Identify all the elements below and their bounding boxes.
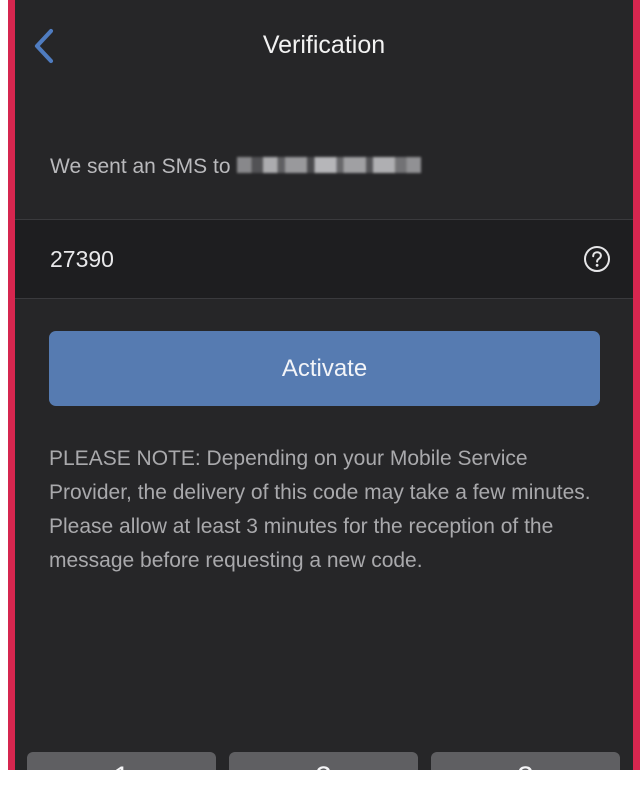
masked-phone-number xyxy=(236,157,421,174)
delivery-note: PLEASE NOTE: Depending on your Mobile Se… xyxy=(49,447,591,572)
page-title: Verification xyxy=(262,31,386,59)
bottom-crop-area xyxy=(0,770,640,791)
sms-sent-label: We sent an SMS to xyxy=(50,155,231,178)
code-field-row xyxy=(15,219,633,299)
keypad-key-2[interactable]: 2 xyxy=(229,752,418,770)
keypad-key-3[interactable]: 3 xyxy=(431,752,620,770)
device-edge-right xyxy=(633,0,640,770)
app-frame: Verification We sent an SMS to Activate … xyxy=(0,0,640,791)
sms-sent-message: We sent an SMS to xyxy=(50,152,421,182)
verification-code-input[interactable] xyxy=(50,240,550,278)
numeric-keypad: 1 2 3 xyxy=(15,752,633,770)
verification-screen: Verification We sent an SMS to Activate … xyxy=(15,0,633,770)
question-circle-icon[interactable] xyxy=(583,245,611,273)
keypad-key-1[interactable]: 1 xyxy=(27,752,216,770)
activate-button[interactable]: Activate xyxy=(49,331,600,406)
device-edge-left xyxy=(8,0,15,770)
navigation-bar: Verification xyxy=(15,0,633,90)
